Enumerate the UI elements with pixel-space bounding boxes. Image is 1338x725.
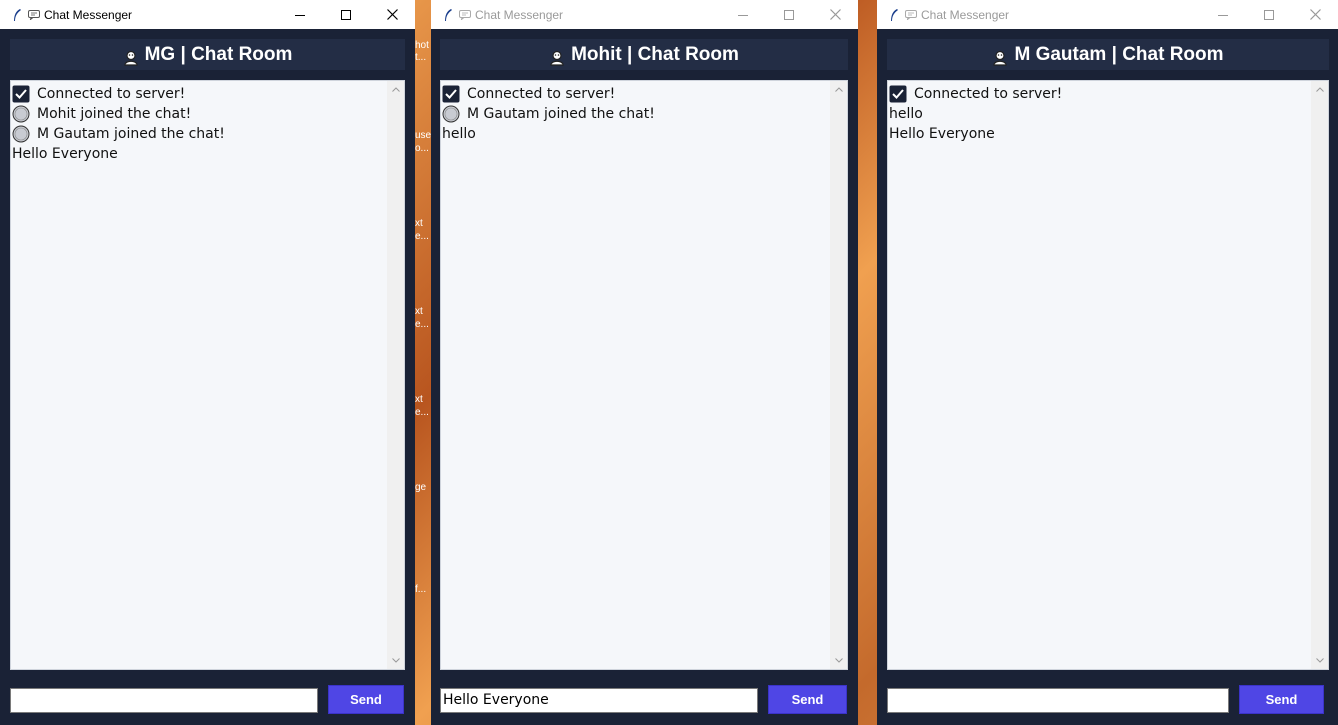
message-item: Mohit joined the chat! (12, 104, 386, 124)
message-text: Mohit joined the chat! (37, 106, 192, 122)
desktop-icon-label: f... (415, 584, 427, 595)
message-text: hello (889, 106, 923, 122)
close-button[interactable] (369, 0, 415, 29)
close-button[interactable] (812, 0, 858, 29)
minimize-button[interactable] (1200, 0, 1246, 29)
maximize-button[interactable] (1246, 0, 1292, 29)
scroll-up-arrow-icon[interactable] (387, 81, 404, 98)
message-text: Connected to server! (467, 86, 616, 102)
message-input[interactable] (887, 688, 1229, 713)
minimize-button[interactable] (277, 0, 323, 29)
message-text: Connected to server! (37, 86, 186, 102)
send-button[interactable]: Send (768, 685, 847, 714)
message-area[interactable]: Connected to server! M Gautam joined the… (440, 80, 848, 670)
user-icon (992, 50, 1008, 66)
circle-icon (12, 125, 30, 143)
speech-bubble-icon (459, 9, 471, 20)
title-bar[interactable]: Chat Messenger (877, 0, 1338, 29)
message-text: hello (442, 126, 476, 142)
scroll-up-arrow-icon[interactable] (830, 81, 847, 98)
maximize-button[interactable] (766, 0, 812, 29)
chat-room-title: Mohit | Chat Room (571, 43, 739, 65)
message-input[interactable]: Hello Everyone (440, 688, 758, 713)
chat-room-header: Mohit | Chat Room (440, 39, 848, 70)
check-icon (889, 85, 907, 103)
user-icon (549, 50, 565, 66)
desktop-icon-label: xt (415, 218, 423, 229)
message-text: M Gautam joined the chat! (37, 126, 225, 142)
chat-room-title: M Gautam | Chat Room (1014, 43, 1224, 65)
send-button[interactable]: Send (328, 685, 404, 714)
feather-icon (8, 8, 26, 22)
speech-bubble-icon (905, 9, 917, 20)
circle-icon (12, 105, 30, 123)
message-item: Connected to server! (889, 84, 1310, 104)
message-item: Connected to server! (442, 84, 829, 104)
message-item: Connected to server! (12, 84, 386, 104)
message-item: M Gautam joined the chat! (12, 124, 386, 144)
chat-window-m-gautam: Chat Messenger M Gautam | Chat Room Conn… (877, 0, 1338, 725)
check-icon (442, 85, 460, 103)
send-button[interactable]: Send (1239, 685, 1324, 714)
scroll-down-arrow-icon[interactable] (387, 652, 404, 669)
desktop-icon-label: ge (415, 482, 427, 493)
desktop-background (858, 0, 877, 725)
close-button[interactable] (1292, 0, 1338, 29)
message-item: Hello Everyone (12, 144, 386, 164)
scroll-down-arrow-icon[interactable] (1311, 652, 1328, 669)
desktop-icon-label: e... (415, 319, 429, 330)
scrollbar[interactable] (1311, 81, 1328, 669)
message-input[interactable] (10, 688, 318, 713)
desktop-icon-label: hot (415, 40, 429, 51)
title-bar[interactable]: Chat Messenger (431, 0, 858, 29)
message-area[interactable]: Connected to server! hello Hello Everyon… (887, 80, 1329, 670)
message-text: Hello Everyone (12, 146, 118, 162)
scrollbar[interactable] (830, 81, 847, 669)
message-text: Hello Everyone (889, 126, 995, 142)
message-item: M Gautam joined the chat! (442, 104, 829, 124)
desktop-background: hot t... use o... xt e... xt e... xt e..… (415, 0, 431, 725)
chat-room-header: MG | Chat Room (10, 39, 405, 70)
scrollbar[interactable] (387, 81, 404, 669)
circle-icon (442, 105, 460, 123)
message-text: M Gautam joined the chat! (467, 106, 655, 122)
desktop-icon-label: t... (415, 52, 427, 63)
window-title: Chat Messenger (44, 7, 133, 22)
chat-window-mg: Chat Messenger MG | Chat Room Connected … (0, 0, 415, 725)
chat-room-header: M Gautam | Chat Room (887, 39, 1329, 70)
message-text: Connected to server! (914, 86, 1063, 102)
desktop-icon-label: use (415, 130, 431, 141)
title-bar[interactable]: Chat Messenger (0, 0, 415, 29)
message-item: Hello Everyone (889, 124, 1310, 144)
maximize-button[interactable] (323, 0, 369, 29)
chat-window-mohit: Chat Messenger Mohit | Chat Room Connect… (431, 0, 858, 725)
desktop-icon-label: xt (415, 306, 423, 317)
scroll-down-arrow-icon[interactable] (830, 652, 847, 669)
window-title: Chat Messenger (475, 7, 564, 22)
speech-bubble-icon (28, 9, 40, 20)
minimize-button[interactable] (720, 0, 766, 29)
feather-icon (439, 8, 457, 22)
desktop-icon-label: e... (415, 231, 429, 242)
message-item: hello (889, 104, 1310, 124)
desktop-icon-label: xt (415, 394, 423, 405)
desktop-icon-label: o... (415, 143, 429, 154)
message-area[interactable]: Connected to server! Mohit joined the ch… (10, 80, 405, 670)
message-item: hello (442, 124, 829, 144)
chat-room-title: MG | Chat Room (144, 43, 293, 65)
feather-icon (885, 8, 903, 22)
desktop-icon-label: e... (415, 407, 429, 418)
scroll-up-arrow-icon[interactable] (1311, 81, 1328, 98)
window-title: Chat Messenger (921, 7, 1010, 22)
user-icon (123, 50, 139, 66)
check-icon (12, 85, 30, 103)
